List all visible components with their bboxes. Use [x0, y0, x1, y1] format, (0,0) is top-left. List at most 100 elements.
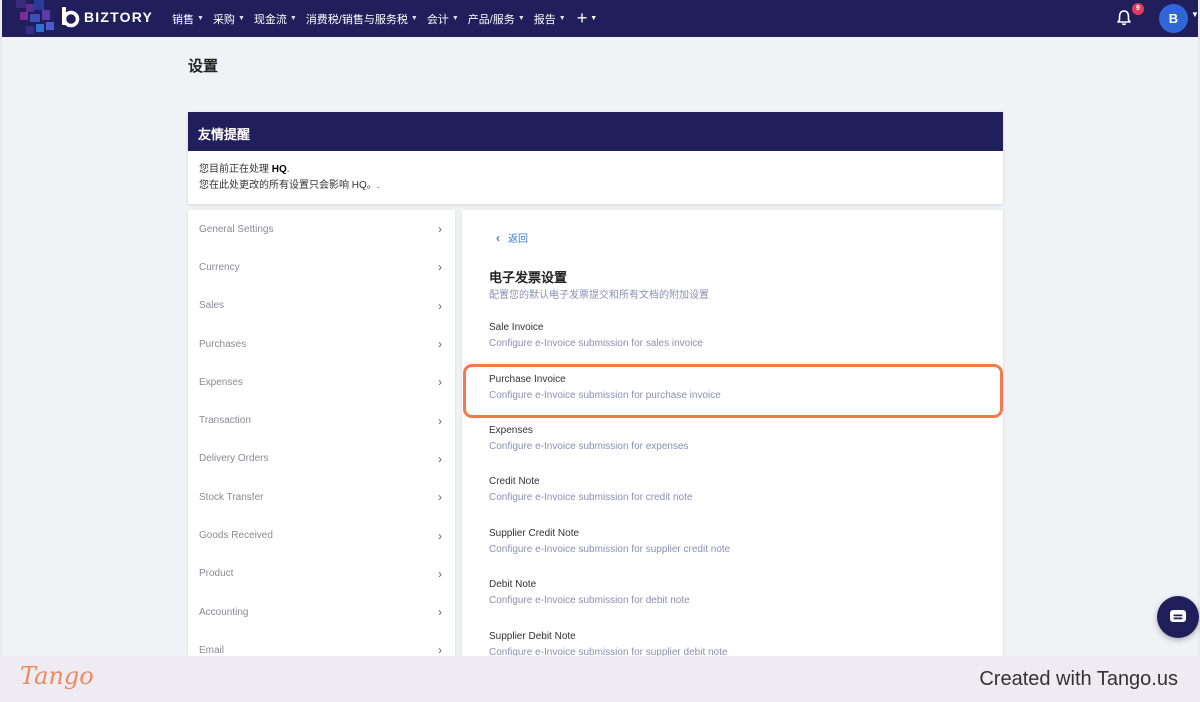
sidebar-item-label: Purchases	[199, 338, 247, 350]
chevron-down-icon: ▼	[289, 15, 297, 22]
sidebar-item-purchases[interactable]: Purchases ›	[188, 325, 455, 363]
add-new-menu[interactable]: + ▼	[577, 8, 597, 29]
chevron-right-icon: ›	[438, 528, 442, 543]
option-title: Supplier Debit Note	[489, 631, 576, 642]
sidebar-item-delivery-orders[interactable]: Delivery Orders ›	[188, 440, 455, 478]
menu-label: 会计	[426, 13, 449, 26]
menu-label: 消费税/销售与服务税	[305, 13, 408, 26]
sidebar-item-label: Currency	[199, 261, 240, 273]
sidebar-item-label: Transaction	[199, 415, 251, 427]
option-sale-invoice[interactable]: Sale Invoice Configure e-Invoice submissi…	[489, 322, 989, 349]
chevron-right-icon: ›	[438, 490, 442, 505]
chevron-right-icon: ›	[438, 413, 442, 428]
top-nav-bar: BIZTORY 销售 ▼ 采购 ▼ 现金流 ▼ 消费税/销售与服务税 ▼ 会计 ▼ 产品/…	[2, 0, 1199, 37]
chevron-right-icon: ›	[438, 451, 442, 466]
notice-title: 友情提醒	[188, 112, 1003, 151]
chevron-right-icon: ›	[438, 566, 442, 581]
einvoice-settings-panel: ‹ 返回 电子发票设置 配置您的默认电子发票提交和所有文档的附加设置 Sale I…	[462, 210, 1003, 656]
back-label: 返回	[508, 234, 528, 245]
user-avatar[interactable]: B	[1159, 4, 1188, 33]
menu-purchases[interactable]: 采购 ▼	[213, 11, 245, 27]
option-title: Debit Note	[489, 579, 537, 590]
menu-label: 报告	[533, 13, 556, 26]
sidebar-item-label: Sales	[199, 300, 225, 312]
option-description: Configure e-Invoice submission for expen…	[489, 441, 689, 452]
sidebar-item-email[interactable]: Email ›	[188, 631, 455, 656]
logo-mosaic-graphic	[16, 0, 56, 37]
menu-accounting[interactable]: 会计 ▼	[427, 11, 459, 27]
plus-icon: +	[576, 8, 588, 28]
tango-highlight-box	[463, 364, 1003, 418]
chevron-down-icon: ▼	[410, 15, 418, 22]
notification-badge: 9	[1132, 3, 1144, 15]
chat-icon	[1170, 610, 1186, 622]
chevron-right-icon: ›	[438, 222, 442, 237]
menu-sales[interactable]: 销售 ▼	[172, 11, 204, 27]
bell-icon[interactable]	[1115, 9, 1133, 27]
biztory-logo-icon[interactable]	[59, 6, 81, 28]
menu-label: 销售	[172, 13, 194, 26]
chevron-right-icon: ›	[438, 643, 442, 656]
menu-label: 产品/服务	[467, 13, 515, 26]
chevron-down-icon: ▼	[237, 15, 245, 22]
option-title: Sale Invoice	[489, 322, 544, 333]
menu-cashflow[interactable]: 现金流 ▼	[254, 11, 297, 27]
chevron-right-icon: ›	[438, 375, 442, 390]
option-title: Credit Note	[489, 476, 540, 487]
chevron-down-icon[interactable]: ▼	[1191, 10, 1199, 19]
sidebar-item-label: General Settings	[199, 223, 274, 235]
chevron-left-icon: ‹	[496, 230, 500, 245]
sidebar-item-label: Stock Transfer	[199, 491, 264, 503]
brand-name[interactable]: BIZTORY	[84, 9, 153, 25]
option-description: Configure e-Invoice submission for debit…	[489, 595, 690, 606]
tango-footer: Tango Created with Tango.us	[0, 656, 1200, 702]
page-title: 设置	[188, 58, 219, 75]
chevron-down-icon: ▼	[517, 15, 525, 22]
section-title: 电子发票设置	[489, 270, 568, 285]
menu-reports[interactable]: 报告 ▼	[534, 11, 566, 27]
chevron-down-icon: ▼	[558, 15, 566, 22]
option-debit-note[interactable]: Debit Note Configure e-Invoice submission…	[489, 579, 989, 606]
sidebar-item-label: Accounting	[199, 606, 249, 618]
sidebar-item-product[interactable]: Product ›	[188, 555, 455, 593]
sidebar-item-sales[interactable]: Sales ›	[188, 287, 455, 325]
option-description: Configure e-Invoice submission for suppl…	[489, 647, 728, 656]
sidebar-item-label: Expenses	[199, 376, 243, 388]
sidebar-item-stock-transfer[interactable]: Stock Transfer ›	[188, 478, 455, 516]
created-with-text: Created with Tango.us	[979, 668, 1178, 690]
sidebar-item-goods-received[interactable]: Goods Received ›	[188, 516, 455, 554]
chevron-down-icon: ▼	[197, 15, 204, 22]
option-title: Expenses	[489, 425, 533, 436]
sidebar-item-expenses[interactable]: Expenses ›	[188, 363, 455, 401]
notice-body: 您目前正在处理 HQ. 您在此处更改的所有设置只会影响 HQ。.	[188, 151, 1003, 205]
notice-entity: HQ	[271, 164, 287, 175]
menu-label: 采购	[212, 13, 235, 26]
chevron-right-icon: ›	[438, 337, 442, 352]
chevron-right-icon: ›	[438, 298, 442, 313]
sidebar-item-transaction[interactable]: Transaction ›	[188, 401, 455, 439]
option-credit-note[interactable]: Credit Note Configure e-Invoice submissio…	[489, 476, 989, 503]
chat-widget-button[interactable]	[1157, 596, 1199, 638]
option-supplier-debit-note[interactable]: Supplier Debit Note Configure e-Invoice s…	[489, 631, 989, 656]
option-supplier-credit-note[interactable]: Supplier Credit Note Configure e-Invoice …	[489, 528, 989, 555]
notice-line-1: 您目前正在处理 HQ.	[199, 162, 992, 178]
back-link[interactable]: ‹ 返回	[496, 230, 528, 246]
option-description: Configure e-Invoice submission for credi…	[489, 492, 693, 503]
sidebar-item-currency[interactable]: Currency ›	[188, 248, 455, 286]
sidebar-item-general-settings[interactable]: General Settings ›	[188, 210, 455, 248]
menu-products[interactable]: 产品/服务 ▼	[468, 11, 525, 27]
chevron-right-icon: ›	[438, 260, 442, 275]
sidebar-item-label: Goods Received	[199, 530, 273, 542]
sidebar-item-label: Email	[199, 644, 225, 656]
tango-logo: Tango	[20, 662, 94, 690]
notice-card: 友情提醒 您目前正在处理 HQ. 您在此处更改的所有设置只会影响 HQ。.	[188, 112, 1003, 204]
option-title: Supplier Credit Note	[489, 528, 580, 539]
notice-line-2: 您在此处更改的所有设置只会影响 HQ。.	[199, 180, 380, 191]
notice-text: .	[286, 164, 290, 175]
sidebar-item-label: Delivery Orders	[199, 453, 269, 465]
option-expenses[interactable]: Expenses Configure e-Invoice submission f…	[489, 425, 989, 452]
main-menu: 销售 ▼ 采购 ▼ 现金流 ▼ 消费税/销售与服务税 ▼ 会计 ▼ 产品/服务 ▼ 报告 ▼ …	[172, 0, 597, 37]
option-description: Configure e-Invoice submission for sales…	[489, 338, 703, 349]
sidebar-item-accounting[interactable]: Accounting ›	[188, 593, 455, 631]
menu-tax[interactable]: 消费税/销售与服务税 ▼	[306, 11, 418, 27]
